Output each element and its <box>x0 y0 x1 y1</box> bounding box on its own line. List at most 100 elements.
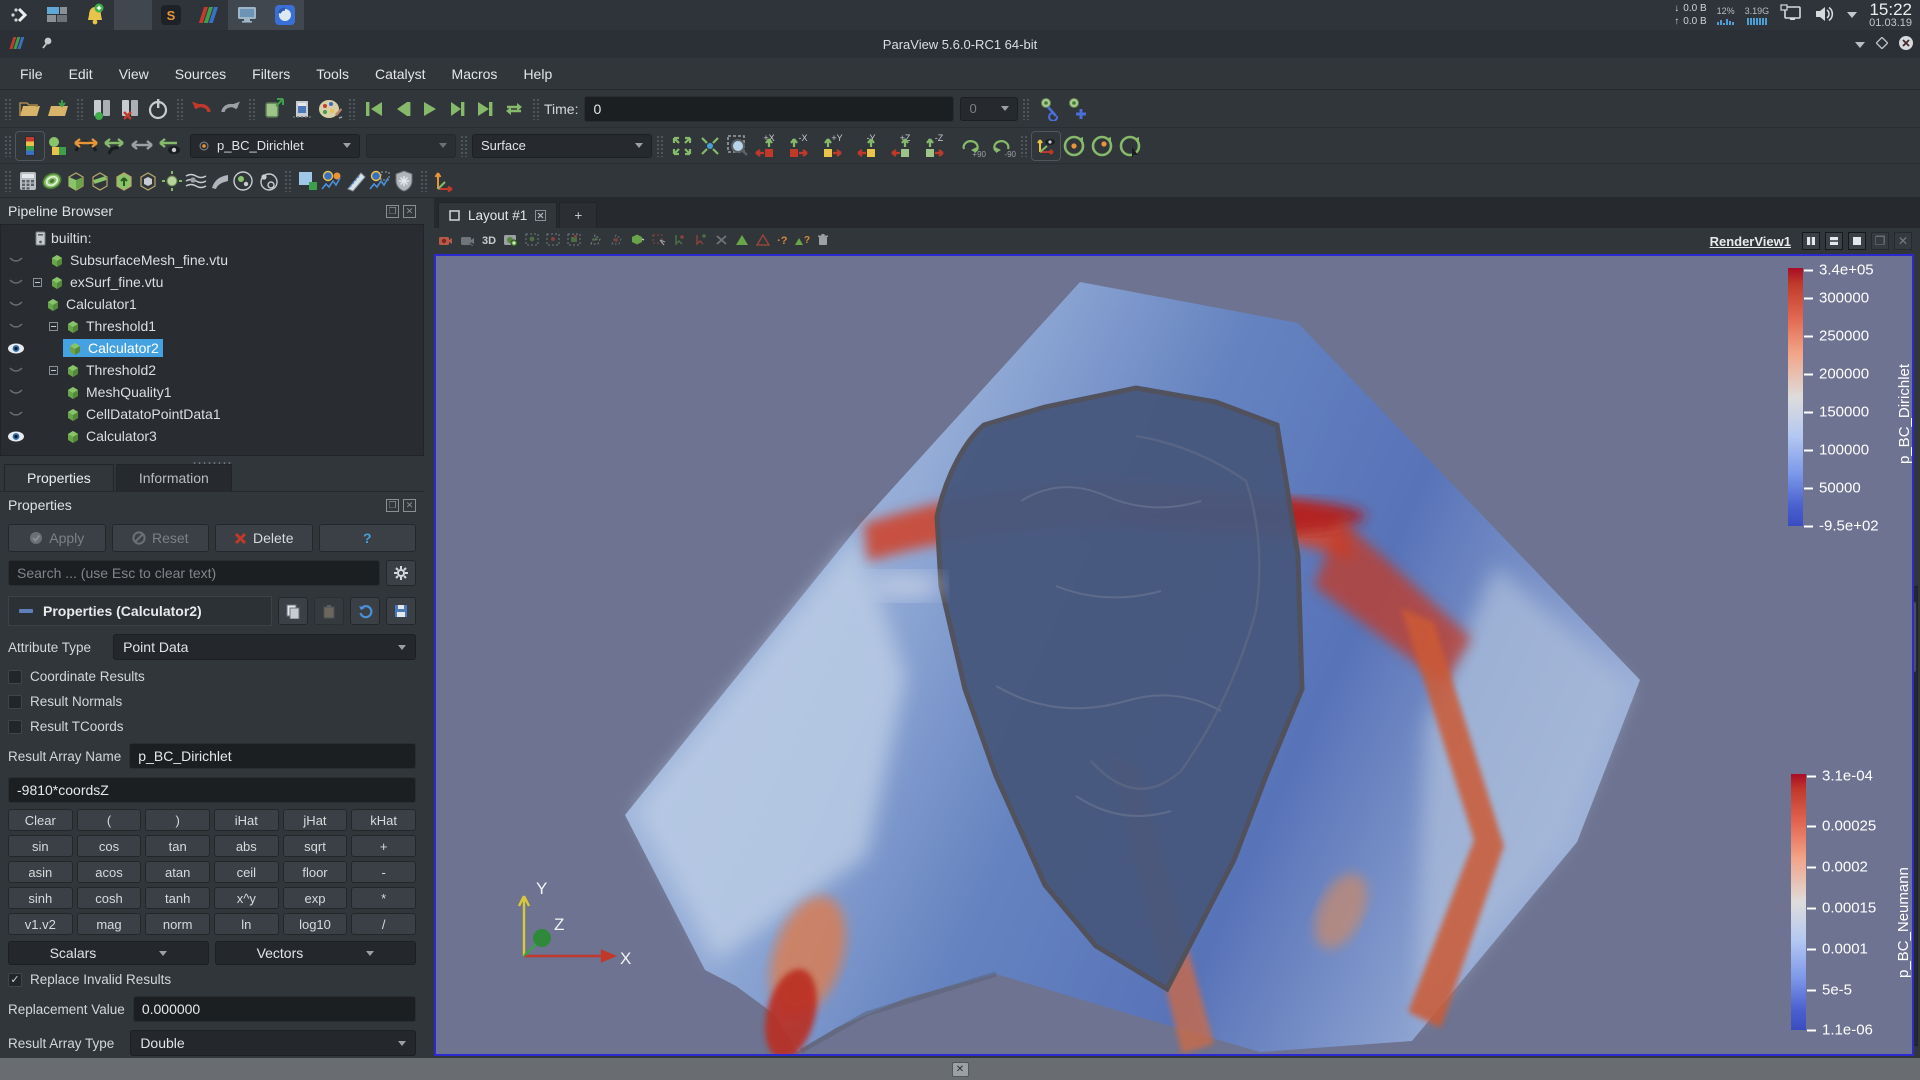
trash-icon[interactable] <box>817 233 829 249</box>
calc-cosh-button[interactable]: cosh <box>77 887 142 909</box>
open-eye-icon[interactable] <box>7 343 25 354</box>
toolbar-drag-handle[interactable] <box>420 170 428 192</box>
pick-center-of-rotation-icon[interactable] <box>1116 132 1144 160</box>
open-file-icon[interactable] <box>16 95 44 123</box>
add-layout-tab[interactable]: + <box>559 202 597 228</box>
pipeline-item-calculator1[interactable]: Calculator1 <box>1 293 423 315</box>
edit-color-map-icon[interactable] <box>44 132 72 160</box>
browser-app-icon[interactable] <box>266 0 304 30</box>
calc-floor-button[interactable]: floor <box>283 861 348 883</box>
closed-eye-icon[interactable] <box>8 256 24 265</box>
reset-session-icon[interactable] <box>144 95 172 123</box>
toggle-color-legend-icon[interactable] <box>16 132 44 160</box>
apply-button[interactable]: Apply <box>8 524 106 552</box>
replacement-value-input[interactable] <box>133 996 416 1022</box>
closed-eye-icon[interactable] <box>8 278 24 287</box>
select-cells-on-icon[interactable] <box>525 233 539 249</box>
render-view-name[interactable]: RenderView1 <box>1710 234 1791 249</box>
shrink-selection-icon[interactable] <box>756 234 770 249</box>
reset-defaults-icon[interactable] <box>350 597 380 625</box>
notification-bell-icon[interactable] <box>76 0 114 30</box>
rotate-90-ccw-icon[interactable]: -90 <box>986 133 1016 159</box>
toolbar-drag-handle[interactable] <box>1022 98 1030 120</box>
pager-icon[interactable] <box>38 0 76 30</box>
selection-help-icon[interactable]: ·? <box>777 235 787 247</box>
pipeline-item-meshquality1[interactable]: MeshQuality1 <box>1 381 423 403</box>
calc-khat-button[interactable]: kHat <box>351 809 416 831</box>
probe-location-icon[interactable] <box>392 169 416 193</box>
calc-dot-product-button[interactable]: v1.v2 <box>8 913 73 935</box>
previous-frame-icon[interactable] <box>388 95 416 123</box>
shade-chevron-icon[interactable] <box>1854 37 1866 52</box>
app-launcher-icon[interactable] <box>0 0 38 30</box>
save-defaults-icon[interactable] <box>386 597 416 625</box>
reset-button[interactable]: Reset <box>112 524 210 552</box>
loop-icon[interactable] <box>500 95 528 123</box>
open-eye-icon[interactable] <box>7 431 25 442</box>
extract-group-icon[interactable] <box>256 169 280 193</box>
pipeline-item-subsurfacemesh[interactable]: SubsurfaceMesh_fine.vtu <box>1 249 423 271</box>
split-vertical-icon[interactable] <box>1825 232 1843 250</box>
pipeline-item-calculator3[interactable]: Calculator3 <box>1 425 423 447</box>
calc-clear-button[interactable]: Clear <box>8 809 73 831</box>
maximize-diamond-icon[interactable] <box>1876 37 1888 52</box>
undock-view-icon[interactable]: ❐ <box>1871 232 1889 250</box>
rescale-to-temporal-range-icon[interactable] <box>128 132 156 160</box>
close-view-icon[interactable]: ✕ <box>1894 232 1912 250</box>
result-tcoords-checkbox[interactable]: Result TCoords <box>0 714 424 739</box>
render-viewport[interactable]: Y Z X 3.4e+05 300000 250000 200000 15000… <box>434 254 1914 1056</box>
properties-search-input[interactable] <box>8 560 380 586</box>
toolbar-drag-handle[interactable] <box>348 98 356 120</box>
calc-plus-button[interactable]: + <box>351 835 416 857</box>
time-value-input[interactable] <box>584 96 954 122</box>
camera-minus-z-icon[interactable]: -Z <box>922 133 956 159</box>
contour-filter-icon[interactable] <box>40 169 64 193</box>
calc-norm-button[interactable]: norm <box>145 913 210 935</box>
select-points-on-icon[interactable] <box>546 233 560 249</box>
replace-invalid-results-checkbox[interactable]: ✓Replace Invalid Results <box>0 967 424 992</box>
calculator-filter-icon[interactable] <box>16 169 40 193</box>
tray-chevron-down-icon[interactable] <box>1845 8 1859 23</box>
toolbar-drag-handle[interactable] <box>4 135 12 157</box>
zoom-to-box-icon[interactable] <box>724 132 752 160</box>
calc-mag-button[interactable]: mag <box>77 913 142 935</box>
clock[interactable]: 15:22 01.03.19 <box>1869 1 1912 29</box>
toolbar-drag-handle[interactable] <box>4 98 12 120</box>
camera-plus-y-icon[interactable]: +Y <box>820 133 854 159</box>
maximize-view-icon[interactable] <box>1848 232 1866 250</box>
rescale-to-custom-range-icon[interactable] <box>100 132 128 160</box>
grow-selection-icon[interactable] <box>735 234 749 249</box>
result-array-name-input[interactable] <box>129 743 416 769</box>
expression-input[interactable] <box>8 777 416 803</box>
reset-camera-icon[interactable] <box>668 132 696 160</box>
pipeline-item-builtin[interactable]: builtin: <box>1 227 423 249</box>
last-frame-icon[interactable] <box>472 95 500 123</box>
calc-jhat-button[interactable]: jHat <box>283 809 348 831</box>
select-cells-through-icon[interactable] <box>567 233 581 249</box>
clear-selection-icon[interactable] <box>715 234 728 249</box>
frame-spinner[interactable]: 0 <box>960 97 1018 121</box>
tree-collapse-icon[interactable] <box>49 366 58 375</box>
extract-subset-filter-icon[interactable] <box>136 169 160 193</box>
help-button[interactable]: ? <box>319 524 417 552</box>
vectors-dropdown[interactable]: Vectors <box>215 941 416 965</box>
closed-eye-icon[interactable] <box>8 388 24 397</box>
calc-tan-button[interactable]: tan <box>145 835 210 857</box>
calc-ceil-button[interactable]: ceil <box>214 861 279 883</box>
paste-properties-icon[interactable] <box>314 597 344 625</box>
toolbar-drag-handle[interactable] <box>4 170 12 192</box>
toolbar-drag-handle[interactable] <box>76 98 84 120</box>
representation-combo[interactable]: Surface <box>472 134 652 158</box>
closed-eye-icon[interactable] <box>8 366 24 375</box>
delete-button[interactable]: Delete <box>215 524 313 552</box>
camera-plus-x-icon[interactable]: +X <box>752 133 786 159</box>
menu-macros[interactable]: Macros <box>440 62 510 86</box>
calc-minus-button[interactable]: - <box>351 861 416 883</box>
slice-filter-icon[interactable] <box>88 169 112 193</box>
menu-sources[interactable]: Sources <box>163 62 238 86</box>
plot-over-time-icon[interactable] <box>320 169 344 193</box>
menu-edit[interactable]: Edit <box>57 62 105 86</box>
warp-filter-icon[interactable] <box>208 169 232 193</box>
close-tab-icon[interactable] <box>535 210 546 221</box>
select-points-polygon-icon[interactable] <box>609 233 623 249</box>
